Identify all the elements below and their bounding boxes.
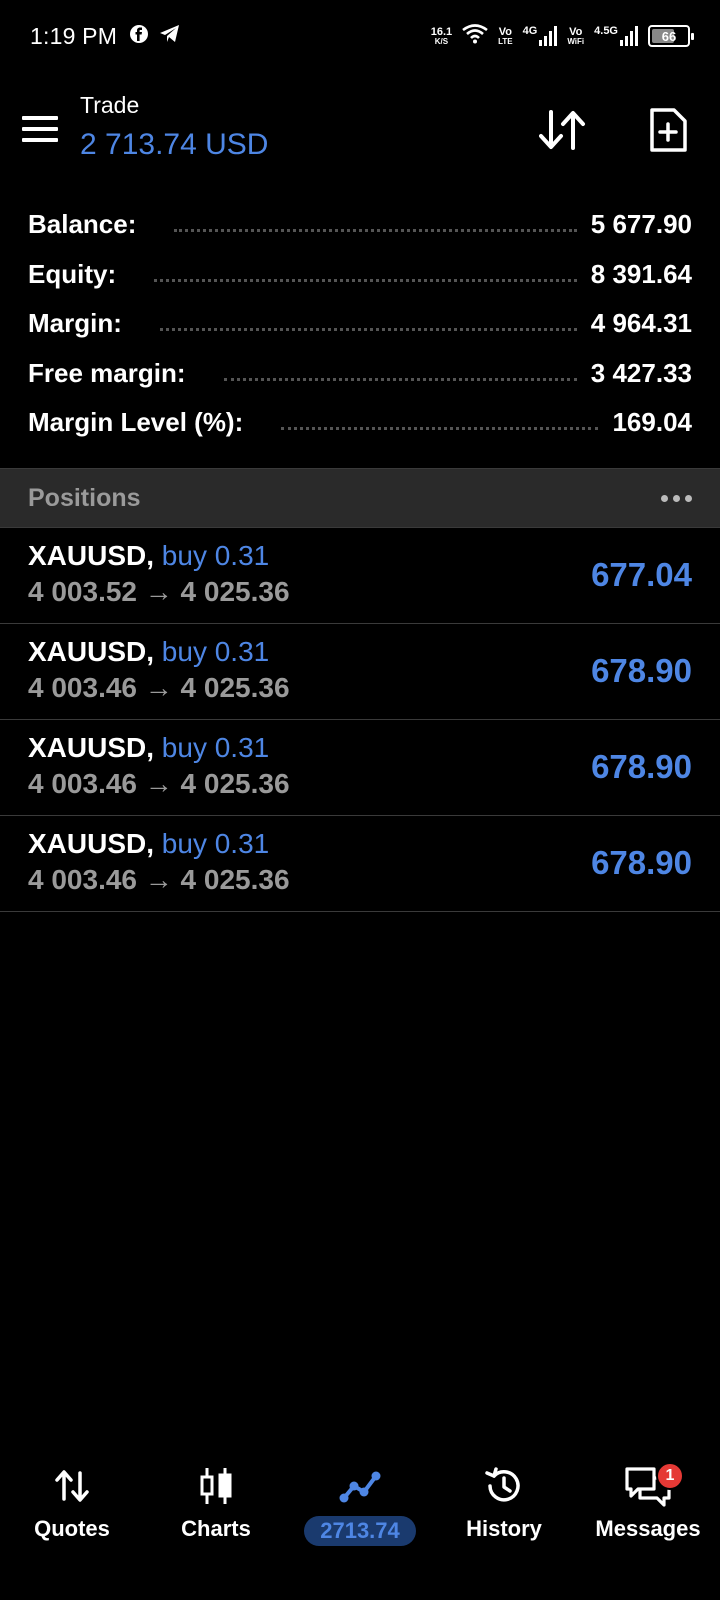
- position-symbol: XAUUSD,: [28, 828, 155, 859]
- nav-quotes-label: Quotes: [34, 1516, 110, 1541]
- status-bar: 1:19 PM 16.1 K/S Vo LTE 4G Vo WiFi 4.5G: [0, 0, 720, 72]
- position-profit: 678.90: [591, 844, 692, 881]
- summary-value: 3 427.33: [590, 357, 692, 388]
- position-prices: 4 003.46 → 4 025.36: [28, 864, 290, 895]
- nav-history-label: History: [466, 1516, 542, 1541]
- page-title: Trade: [80, 92, 140, 118]
- position-prices: 4 003.46 → 4 025.36: [28, 672, 290, 703]
- volte-indicator: Vo LTE: [498, 25, 513, 46]
- position-profit: 677.04: [591, 556, 692, 593]
- network-type-2: 4.5G: [594, 25, 618, 37]
- history-icon: [485, 1467, 520, 1502]
- position-profit: 678.90: [591, 652, 692, 689]
- menu-button[interactable]: [22, 116, 58, 146]
- position-type: buy 0.31: [161, 828, 270, 859]
- summary-label: Equity:: [28, 258, 117, 289]
- position-type: buy 0.31: [161, 732, 270, 763]
- summary-value: 8 391.64: [590, 258, 692, 289]
- position-row[interactable]: XAUUSD, buy 0.31 4 003.46 → 4 025.36 678.9…: [0, 816, 720, 912]
- positions-list: XAUUSD, buy 0.31 4 003.52 → 4 025.36 677.0…: [0, 528, 720, 912]
- summary-row: Equity: 8 391.64: [28, 250, 692, 300]
- new-document-icon: [650, 108, 687, 152]
- position-profit: 678.90: [591, 748, 692, 785]
- dotted-leader: [281, 427, 599, 431]
- new-order-button[interactable]: [640, 102, 696, 158]
- nav-messages[interactable]: 1 Messages: [576, 1450, 720, 1570]
- summary-label: Balance:: [28, 209, 137, 240]
- nav-charts-label: Charts: [181, 1516, 251, 1541]
- battery-icon: 66: [648, 25, 694, 47]
- position-symbol: XAUUSD,: [28, 636, 155, 667]
- nav-quotes[interactable]: Quotes: [0, 1450, 144, 1570]
- position-prices: 4 003.46 → 4 025.36: [28, 768, 290, 799]
- signal-icon-2: [620, 26, 638, 46]
- summary-row: Free margin: 3 427.33: [28, 349, 692, 399]
- trade-line-icon: [339, 1471, 381, 1503]
- summary-row: Balance: 5 677.90: [28, 200, 692, 250]
- dotted-leader: [154, 278, 577, 282]
- messages-badge: 1: [656, 1462, 684, 1490]
- nav-trade-label: 2713.74: [304, 1516, 416, 1546]
- network-type-1: 4G: [522, 25, 538, 37]
- facebook-icon: [129, 24, 149, 49]
- summary-row: Margin Level (%): 169.04: [28, 398, 692, 448]
- sort-arrows-icon: [539, 110, 585, 150]
- summary-row: Margin: 4 964.31: [28, 299, 692, 349]
- summary-label: Margin:: [28, 308, 122, 339]
- summary-label: Margin Level (%):: [28, 407, 244, 438]
- signal-icon-1: [539, 26, 558, 46]
- telegram-icon: [159, 24, 181, 49]
- nav-charts[interactable]: Charts: [144, 1450, 288, 1570]
- summary-value: 169.04: [612, 407, 692, 438]
- positions-section-header: Positions: [0, 468, 720, 528]
- network-speed: 16.1 K/S: [430, 25, 453, 46]
- summary-value: 4 964.31: [590, 308, 692, 339]
- bottom-nav: Quotes Charts 2713.74 History 1 Messages: [0, 1450, 720, 1570]
- hamburger-icon: [22, 116, 58, 120]
- position-row[interactable]: XAUUSD, buy 0.31 4 003.52 → 4 025.36 677.0…: [0, 528, 720, 624]
- dotted-leader: [174, 229, 577, 233]
- position-row[interactable]: XAUUSD, buy 0.31 4 003.46 → 4 025.36 678.9…: [0, 624, 720, 720]
- summary-value: 5 677.90: [590, 209, 692, 240]
- position-prices: 4 003.52 → 4 025.36: [28, 576, 290, 607]
- candlestick-icon: [200, 1468, 232, 1504]
- quotes-arrows-icon: [55, 1470, 89, 1502]
- nav-trade[interactable]: 2713.74: [288, 1450, 432, 1570]
- position-type: buy 0.31: [161, 540, 270, 571]
- status-time: 1:19 PM: [30, 22, 118, 49]
- account-summary: Balance: 5 677.90 Equity: 8 391.64 Margin: 4 …: [28, 200, 692, 448]
- nav-history[interactable]: History: [432, 1450, 576, 1570]
- position-type: buy 0.31: [161, 636, 270, 667]
- app-header: Trade 2 713.74 USD: [0, 88, 720, 178]
- dotted-leader: [159, 328, 577, 332]
- wifi-icon: [462, 23, 488, 49]
- vowifi-indicator: Vo WiFi: [567, 25, 585, 46]
- dotted-leader: [223, 377, 577, 381]
- summary-label: Free margin:: [28, 357, 186, 388]
- more-icon: [661, 494, 668, 502]
- sort-button[interactable]: [535, 102, 591, 158]
- positions-title: Positions: [28, 483, 141, 512]
- header-balance: 2 713.74 USD: [80, 128, 269, 161]
- position-symbol: XAUUSD,: [28, 732, 155, 763]
- position-row[interactable]: XAUUSD, buy 0.31 4 003.46 → 4 025.36 678.9…: [0, 720, 720, 816]
- nav-messages-label: Messages: [595, 1516, 701, 1541]
- position-symbol: XAUUSD,: [28, 540, 155, 571]
- more-options-button[interactable]: [661, 487, 692, 510]
